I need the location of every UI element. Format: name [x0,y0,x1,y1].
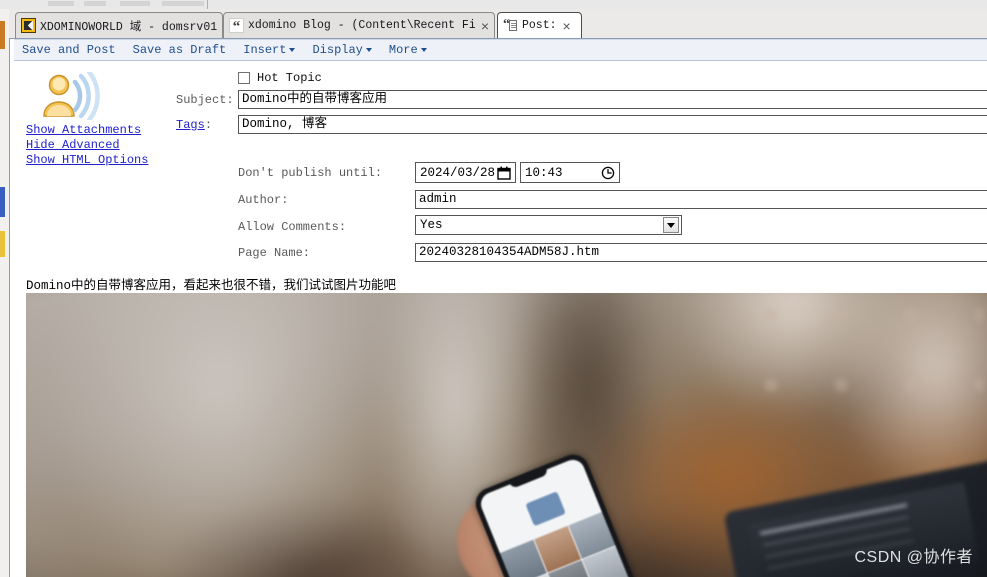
notes-database-icon [21,18,36,33]
save-and-post-label: Save and Post [22,43,116,57]
os-strip-segment [162,1,204,6]
publish-until-label-wrap: Don't publish until: [238,166,382,180]
more-menu[interactable]: More [389,43,427,57]
author-label-wrap: Author: [238,193,288,207]
show-html-options-link[interactable]: Show HTML Options [26,153,148,168]
page-name-label-wrap: Page Name: [238,246,310,260]
browser-tab-workspace[interactable]: XDOMINOWORLD 域 - domsrv01... [15,12,223,38]
browser-tab-bar: XDOMINOWORLD 域 - domsrv01... xdomino Blo… [9,9,987,39]
allow-comments-select[interactable]: Yes [415,215,682,235]
clock-icon[interactable] [601,166,615,180]
show-attachments-link[interactable]: Show Attachments [26,123,148,138]
post-body-image[interactable]: CSDN @协作者 [26,293,987,577]
os-strip-segment [120,1,150,6]
os-strip-divider [207,0,208,9]
hot-topic-row: Hot Topic [238,71,322,85]
insert-label: Insert [243,43,287,57]
display-label: Display [312,43,363,57]
csdn-watermark: CSDN @协作者 [854,549,973,566]
save-as-draft-button[interactable]: Save as Draft [133,43,227,57]
tags-input[interactable]: Domino, 博客 [238,115,987,134]
left-panel-links: Show Attachments Hide Advanced Show HTML… [26,123,148,168]
subject-label: Subject: [176,93,234,107]
tags-label-text: Tags [176,118,205,132]
chevron-down-icon[interactable] [663,217,679,233]
rail-chip-orange[interactable] [0,21,5,49]
tab-label: XDOMINOWORLD 域 - domsrv01... [40,20,217,34]
publish-date-value: 2024/03/28 [420,165,496,180]
tags-label-wrap: Tags: [176,118,212,132]
calendar-icon[interactable] [497,166,511,180]
hot-topic-checkbox[interactable] [238,72,250,84]
page-name-input[interactable]: 20240328104354ADM58J.htm [415,243,987,262]
tab-close-icon[interactable]: × [481,19,489,33]
hot-topic-label: Hot Topic [257,71,322,85]
browser-tab-blog[interactable]: xdomino Blog - (Content\Recent First... … [223,12,495,38]
tab-label: Post: [522,19,557,32]
publish-time-field[interactable]: 10:43 [520,162,620,183]
page-name-label: Page Name: [238,246,311,260]
publish-time-value: 10:43 [525,165,563,180]
publish-date-field[interactable]: 2024/03/28 [415,162,516,183]
author-label: Author: [238,193,289,207]
os-strip-segment [48,1,74,6]
rail-chip-yellow[interactable] [0,231,5,257]
post-document-icon: “ [503,17,518,33]
editor-toolbar: Save and Post Save as Draft Insert Displ… [14,39,987,61]
allow-comments-label-wrap: Allow Comments: [238,220,346,234]
os-strip-segment [84,1,106,6]
left-launcher-rail[interactable] [0,9,10,577]
post-editor-page: Show Attachments Hide Advanced Show HTML… [14,62,987,577]
allow-comments-value: Yes [420,218,443,232]
document-glyph [509,20,517,31]
tags-label-colon: : [204,118,213,132]
quote-blog-icon [229,18,244,33]
subject-label-wrap: Subject: [176,93,234,107]
browser-tab-post[interactable]: “ Post: × [497,12,582,38]
post-body-text[interactable]: Domino中的自带博客应用，看起来也很不错，我们试试图片功能吧 [26,274,981,293]
chevron-down-icon [289,48,296,52]
insert-menu[interactable]: Insert [243,43,296,57]
publish-until-label: Don't publish until: [238,166,383,180]
allow-comments-label: Allow Comments: [238,220,347,234]
save-and-post-button[interactable]: Save and Post [22,43,116,57]
display-menu[interactable]: Display [312,43,372,57]
chevron-down-icon [365,48,372,52]
subject-input[interactable]: Domino中的自带博客应用 [238,90,987,109]
hide-advanced-link[interactable]: Hide Advanced [26,138,148,153]
more-label: More [388,43,418,57]
chevron-down-icon [420,48,427,52]
photo-vignette [26,293,987,577]
blog-broadcast-icon [43,72,100,120]
tab-close-icon[interactable]: × [563,19,571,33]
tags-label[interactable]: Tags: [176,118,212,132]
save-as-draft-label: Save as Draft [132,43,227,57]
author-input[interactable]: admin [415,190,987,209]
tab-label: xdomino Blog - (Content\Recent First... [248,19,475,32]
rail-chip-blue[interactable] [0,187,5,217]
